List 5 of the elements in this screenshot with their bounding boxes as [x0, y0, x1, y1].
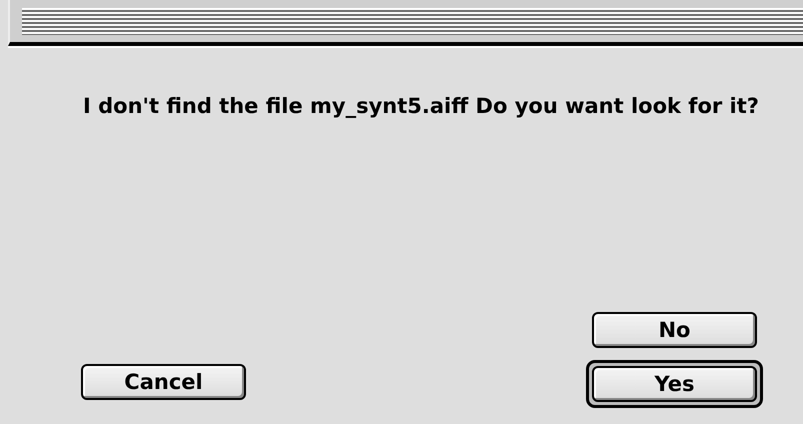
cancel-button[interactable]: Cancel: [81, 364, 246, 400]
title-bar[interactable]: [8, 0, 803, 46]
dialog-button[interactable]: Yes: [592, 366, 757, 402]
dialog-message: I don't find the file my_synt5.aiff Do you want look for it?: [83, 93, 760, 120]
dialog-button[interactable]: No: [592, 312, 757, 348]
